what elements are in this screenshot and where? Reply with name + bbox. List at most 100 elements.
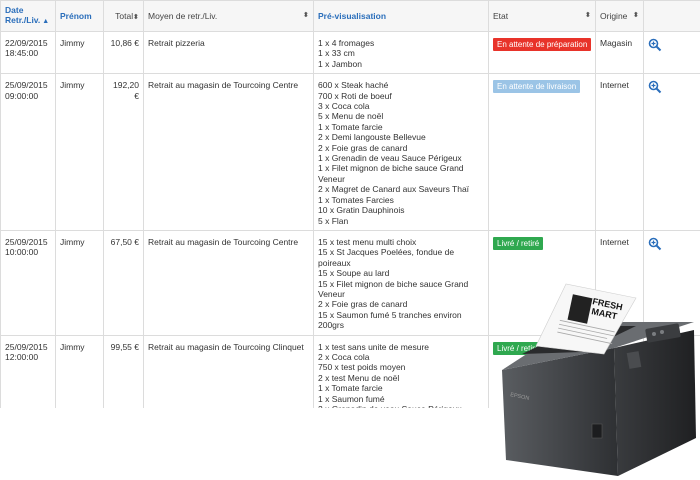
col-header-previsualisation[interactable]: Pré-visualisation <box>313 0 489 32</box>
order-item-line: 5 x Flan <box>318 215 349 226</box>
order-item-line: 2 x Demi langouste Bellevue <box>318 132 426 143</box>
order-item-line: 1 x 33 cm <box>318 48 355 59</box>
col-header-prenom-label: Prénom <box>60 10 92 21</box>
order-item-line: 15 x St Jacques Poelées, fondue de poire… <box>318 247 455 268</box>
col-header-prenom[interactable]: Prénom <box>55 0 104 32</box>
order-item-line: 1 x Tomates Farcies <box>318 194 394 205</box>
order-item-line: 2 x Foie gras de canard <box>318 142 408 153</box>
col-header-moyen[interactable]: Moyen de retr./Liv. ⬍ <box>143 0 314 32</box>
col-header-date[interactable]: Date Retr./Liv. ▲ <box>0 0 56 32</box>
cell-prenom: Jimmy <box>55 334 104 408</box>
sort-icon: ⬍ <box>302 12 310 19</box>
pickup-method: Retrait pizzeria <box>148 38 205 48</box>
table-row[interactable]: 22/09/2015 18:45:00 Jimmy 10,86 € Retrait pi… <box>0 30 700 75</box>
order-item-line: 2 x Grenadin de veau Sauce Périgeux <box>318 404 484 408</box>
order-total: 10,86 € <box>110 38 139 48</box>
order-item-line: 10 x Gratin Dauphinois <box>318 205 405 216</box>
col-header-date-label: Date Retr./Liv. <box>5 4 41 25</box>
customer-first-name: Jimmy <box>60 341 85 352</box>
order-item-line: 3 x Coca cola <box>318 101 370 112</box>
cell-total: 10,86 € <box>103 30 144 75</box>
cell-total: 192,20 € <box>103 73 144 231</box>
cell-origine: Magasin <box>595 30 644 75</box>
sort-icon: ⬍ <box>132 13 140 21</box>
col-header-total-label: Total <box>115 10 134 21</box>
customer-first-name: Jimmy <box>60 80 85 91</box>
sort-ascending-icon: ▲ <box>42 18 50 25</box>
receipt-printer-illustration: FRESH MART EPSON <box>502 283 696 476</box>
cell-date: 22/09/2015 18:45:00 <box>0 30 56 75</box>
table-header-row: Date Retr./Liv. ▲ Prénom Total⬍ Moyen de … <box>0 0 700 32</box>
cell-date: 25/09/2015 09:00:00 <box>0 73 56 231</box>
cell-moyen: Retrait au magasin de Tourcoing Centre <box>143 229 314 336</box>
col-header-total[interactable]: Total⬍ <box>103 0 144 32</box>
status-badge: En attente de préparation <box>493 38 592 51</box>
cell-origine: Internet <box>595 73 644 231</box>
status-badge: En attente de livraison <box>493 80 581 94</box>
zoom-in-icon[interactable] <box>648 38 662 52</box>
customer-first-name: Jimmy <box>60 236 85 247</box>
cell-prenom: Jimmy <box>55 30 104 75</box>
order-item-line: 1 x Saumon fumé <box>318 393 385 404</box>
pickup-method: Retrait au magasin de Tourcoing Centre <box>148 80 299 91</box>
col-header-origine-label: Origine <box>600 10 628 21</box>
order-date: 25/09/2015 <box>5 80 48 91</box>
order-item-line: 15 x test menu multi choix <box>318 236 417 247</box>
cell-previsualisation: 1 x 4 fromages 1 x 33 cm 1 x Jambon <box>313 30 489 75</box>
col-header-etat-label: Etat <box>493 10 509 21</box>
table-row[interactable]: 25/09/2015 09:00:00 Jimmy 192,20 € Retrait a… <box>0 73 700 231</box>
order-item-line: 5 x Menu de noël <box>318 111 384 122</box>
zoom-in-icon[interactable] <box>648 237 662 251</box>
order-item-line: 2 x test Menu de noël <box>318 372 400 383</box>
order-item-line: 2 x Magret de Canard aux Saveurs Thaï <box>318 184 470 195</box>
order-time: 09:00:00 <box>5 90 39 101</box>
cell-prenom: Jimmy <box>55 73 104 231</box>
cell-moyen: Retrait au magasin de Tourcoing Clinquet <box>143 334 314 408</box>
order-date: 25/09/2015 <box>5 341 48 352</box>
sort-icon: ⬍ <box>584 12 592 19</box>
order-item-line: 600 x Steak haché <box>318 80 389 91</box>
order-total: 99,55 € <box>110 341 139 352</box>
order-total: 67,50 € <box>110 236 139 247</box>
cell-moyen: Retrait pizzeria <box>143 30 314 75</box>
order-item-line: 1 x test sans unite de mesure <box>318 341 430 352</box>
order-item-line: 15 x Saumon fumé 5 tranches environ 200g… <box>318 309 462 331</box>
order-item-line: 700 x Roti de boeuf <box>318 90 392 101</box>
order-time: 18:45:00 <box>5 48 39 59</box>
cell-previsualisation: 1 x test sans unite de mesure 2 x Coca co… <box>313 334 489 408</box>
order-item-line: 750 x test poids moyen <box>318 362 406 373</box>
order-item-line: 1 x Grenadin de veau Sauce Périgeux <box>318 153 462 164</box>
cell-prenom: Jimmy <box>55 229 104 336</box>
order-item-line: 15 x Filet mignon de biche sauce Grand V… <box>318 278 469 299</box>
cell-date: 25/09/2015 12:00:00 <box>0 334 56 408</box>
customer-first-name: Jimmy <box>60 38 85 48</box>
cell-actions <box>643 30 700 75</box>
col-header-moyen-label: Moyen de retr./Liv. <box>148 10 218 21</box>
order-origin: Internet <box>600 236 629 247</box>
order-item-line: 15 x Soupe au lard <box>318 268 390 279</box>
col-header-actions <box>643 0 700 32</box>
order-item-line: 1 x Filet mignon de biche sauce Grand Ve… <box>318 163 464 184</box>
order-item-line: 1 x Tomate farcie <box>318 121 383 132</box>
status-badge: Livré / retiré <box>493 236 544 250</box>
col-header-previsualisation-label: Pré-visualisation <box>318 10 387 21</box>
sort-icon: ⬍ <box>632 12 640 19</box>
order-origin: Internet <box>600 80 629 91</box>
order-item-line: 1 x Tomate farcie <box>318 383 383 394</box>
order-origin: Magasin <box>600 38 633 48</box>
cell-total: 67,50 € <box>103 229 144 336</box>
cell-previsualisation: 15 x test menu multi choix 15 x St Jacque… <box>313 229 489 336</box>
order-date: 25/09/2015 <box>5 236 48 247</box>
cell-etat: En attente de préparation <box>488 30 596 75</box>
col-header-origine[interactable]: Origine ⬍ <box>595 0 644 32</box>
order-total: 192,20 € <box>113 80 139 101</box>
order-item-line: 1 x Jambon <box>318 58 362 69</box>
col-header-etat[interactable]: Etat ⬍ <box>488 0 596 32</box>
cell-date: 25/09/2015 10:00:00 <box>0 229 56 336</box>
pickup-method: Retrait au magasin de Tourcoing Centre <box>148 236 299 247</box>
cell-total: 99,55 € <box>103 334 144 408</box>
order-time: 10:00:00 <box>5 247 39 258</box>
zoom-in-icon[interactable] <box>648 80 662 94</box>
order-time: 12:00:00 <box>5 351 39 362</box>
cell-previsualisation: 600 x Steak haché 700 x Roti de boeuf 3 x … <box>313 73 489 231</box>
